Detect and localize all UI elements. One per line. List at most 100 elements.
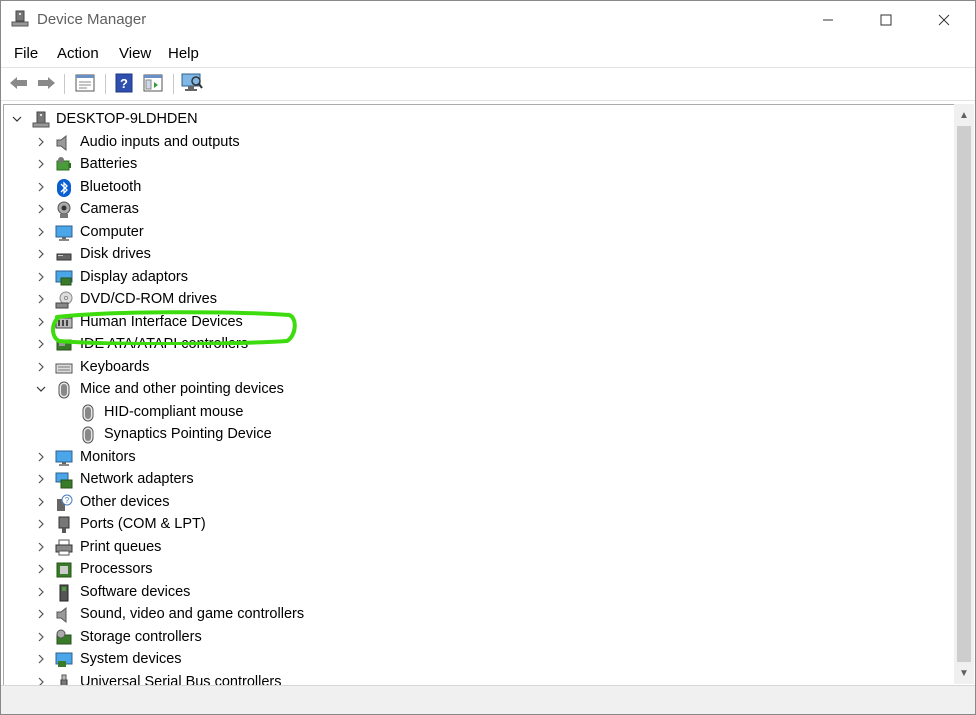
network-adapter-icon — [55, 472, 73, 489]
chevron-right-icon[interactable] — [35, 271, 47, 283]
mouse-icon — [82, 404, 94, 422]
chevron-right-icon[interactable] — [35, 676, 47, 685]
device-tree[interactable]: DESKTOP-9LDHDEN Audio inputs and outputs… — [3, 104, 954, 685]
title-bar[interactable]: Device Manager — [1, 1, 975, 39]
scroll-down-arrow[interactable]: ▼ — [954, 664, 974, 682]
chevron-right-icon[interactable] — [35, 181, 47, 193]
tree-category-row[interactable]: Disk drives — [4, 244, 904, 266]
tree-category-row[interactable]: Monitors — [4, 447, 904, 469]
speaker-icon — [56, 134, 67, 152]
menu-bar: File Action View Help — [1, 41, 975, 67]
tree-category-row[interactable]: Cameras — [4, 199, 904, 221]
tree-category-row[interactable]: Bluetooth — [4, 177, 904, 199]
chevron-down-icon[interactable] — [35, 383, 47, 395]
scrollbar-thumb[interactable] — [957, 126, 971, 662]
tree-device-row[interactable]: Synaptics Pointing Device — [4, 424, 904, 446]
chevron-right-icon[interactable] — [35, 608, 47, 620]
tree-category-label: Network adapters — [80, 471, 194, 487]
tree-category-row[interactable]: Computer — [4, 222, 904, 244]
tree-category-row[interactable]: System devices — [4, 649, 904, 671]
scroll-up-arrow[interactable]: ▲ — [954, 106, 974, 124]
tree-category-label: Disk drives — [80, 246, 151, 262]
camera-icon — [57, 201, 71, 218]
vertical-scrollbar[interactable]: ▲ ▼ — [954, 104, 974, 684]
chevron-right-icon[interactable] — [35, 338, 47, 350]
menu-file[interactable]: File — [14, 45, 38, 62]
tree-category-label: Cameras — [80, 201, 139, 217]
tree-device-label: Synaptics Pointing Device — [104, 426, 272, 442]
chevron-right-icon[interactable] — [35, 136, 47, 148]
system-device-icon — [55, 652, 73, 667]
toolbar-divider — [173, 74, 174, 94]
ide-controller-icon — [56, 339, 72, 351]
tree-root-row[interactable]: DESKTOP-9LDHDEN — [4, 109, 904, 131]
tree-category-row[interactable]: ? Other devices — [4, 492, 904, 514]
battery-icon — [56, 157, 71, 171]
tree-category-row[interactable]: Display adaptors — [4, 267, 904, 289]
tree-category-row[interactable]: Network adapters — [4, 469, 904, 491]
scan-hardware-changes-icon — [181, 73, 203, 91]
chevron-right-icon[interactable] — [35, 361, 47, 373]
tree-category-row[interactable]: Software devices — [4, 582, 904, 604]
chevron-right-icon[interactable] — [35, 226, 47, 238]
chevron-right-icon[interactable] — [35, 541, 47, 553]
tree-category-label: System devices — [80, 651, 182, 667]
chevron-right-icon[interactable] — [35, 653, 47, 665]
tree-category-row[interactable]: Universal Serial Bus controllers — [4, 672, 904, 685]
tree-category-row[interactable]: Audio inputs and outputs — [4, 132, 904, 154]
back-button[interactable] — [7, 72, 31, 94]
tree-category-row[interactable]: Human Interface Devices — [4, 312, 904, 334]
tree-category-row[interactable]: DVD/CD-ROM drives — [4, 289, 904, 311]
tree-category-row[interactable]: Processors — [4, 559, 904, 581]
tree-category-row[interactable]: Mice and other pointing devices — [4, 379, 904, 401]
show-hide-console-tree-button[interactable] — [141, 72, 165, 94]
device-manager-icon — [11, 10, 29, 27]
help-button[interactable]: ? — [112, 72, 136, 94]
tree-category-row[interactable]: IDE ATA/ATAPI controllers — [4, 334, 904, 356]
tree-category-label: IDE ATA/ATAPI controllers — [80, 336, 249, 352]
tree-device-row[interactable]: HID-compliant mouse — [4, 402, 904, 424]
keyboard-icon — [55, 363, 73, 374]
toolbar-divider — [105, 74, 106, 94]
tree-category-label: DVD/CD-ROM drives — [80, 291, 217, 307]
chevron-right-icon[interactable] — [35, 451, 47, 463]
menu-view[interactable]: View — [119, 45, 151, 62]
chevron-down-icon[interactable] — [11, 113, 23, 125]
chevron-right-icon[interactable] — [35, 158, 47, 170]
chevron-right-icon[interactable] — [35, 293, 47, 305]
chevron-right-icon[interactable] — [35, 248, 47, 260]
printer-icon — [55, 539, 73, 556]
chevron-right-icon[interactable] — [35, 473, 47, 485]
tree-category-row[interactable]: Ports (COM & LPT) — [4, 514, 904, 536]
menu-help[interactable]: Help — [168, 45, 199, 62]
tree-category-label: Processors — [80, 561, 153, 577]
chevron-right-icon[interactable] — [35, 631, 47, 643]
back-arrow-icon — [10, 77, 27, 89]
scan-hardware-changes-button[interactable] — [180, 72, 204, 94]
mouse-icon — [58, 381, 70, 399]
disk-drive-icon — [56, 253, 72, 261]
tree-category-label: Keyboards — [80, 359, 150, 375]
tree-category-row[interactable]: Batteries — [4, 154, 904, 176]
toolbar: ? — [1, 68, 975, 99]
properties-button[interactable] — [73, 72, 97, 94]
tree-category-row[interactable]: Storage controllers — [4, 627, 904, 649]
chevron-right-icon[interactable] — [35, 316, 47, 328]
chevron-right-icon[interactable] — [35, 563, 47, 575]
dvd-icon — [55, 291, 73, 309]
tree-category-row[interactable]: Print queues — [4, 537, 904, 559]
tree-category-row[interactable]: Sound, video and game controllers — [4, 604, 904, 626]
maximize-button[interactable] — [857, 1, 915, 39]
chevron-right-icon[interactable] — [35, 203, 47, 215]
menu-action[interactable]: Action — [57, 45, 99, 62]
chevron-right-icon[interactable] — [35, 518, 47, 530]
display-adapter-icon — [55, 270, 73, 286]
close-button[interactable] — [915, 1, 973, 39]
minimize-button[interactable] — [799, 1, 857, 39]
chevron-right-icon[interactable] — [35, 586, 47, 598]
forward-button[interactable] — [34, 72, 58, 94]
tree-category-row[interactable]: Keyboards — [4, 357, 904, 379]
chevron-right-icon[interactable] — [35, 496, 47, 508]
storage-controller-icon — [56, 629, 72, 645]
window-title: Device Manager — [37, 11, 147, 28]
